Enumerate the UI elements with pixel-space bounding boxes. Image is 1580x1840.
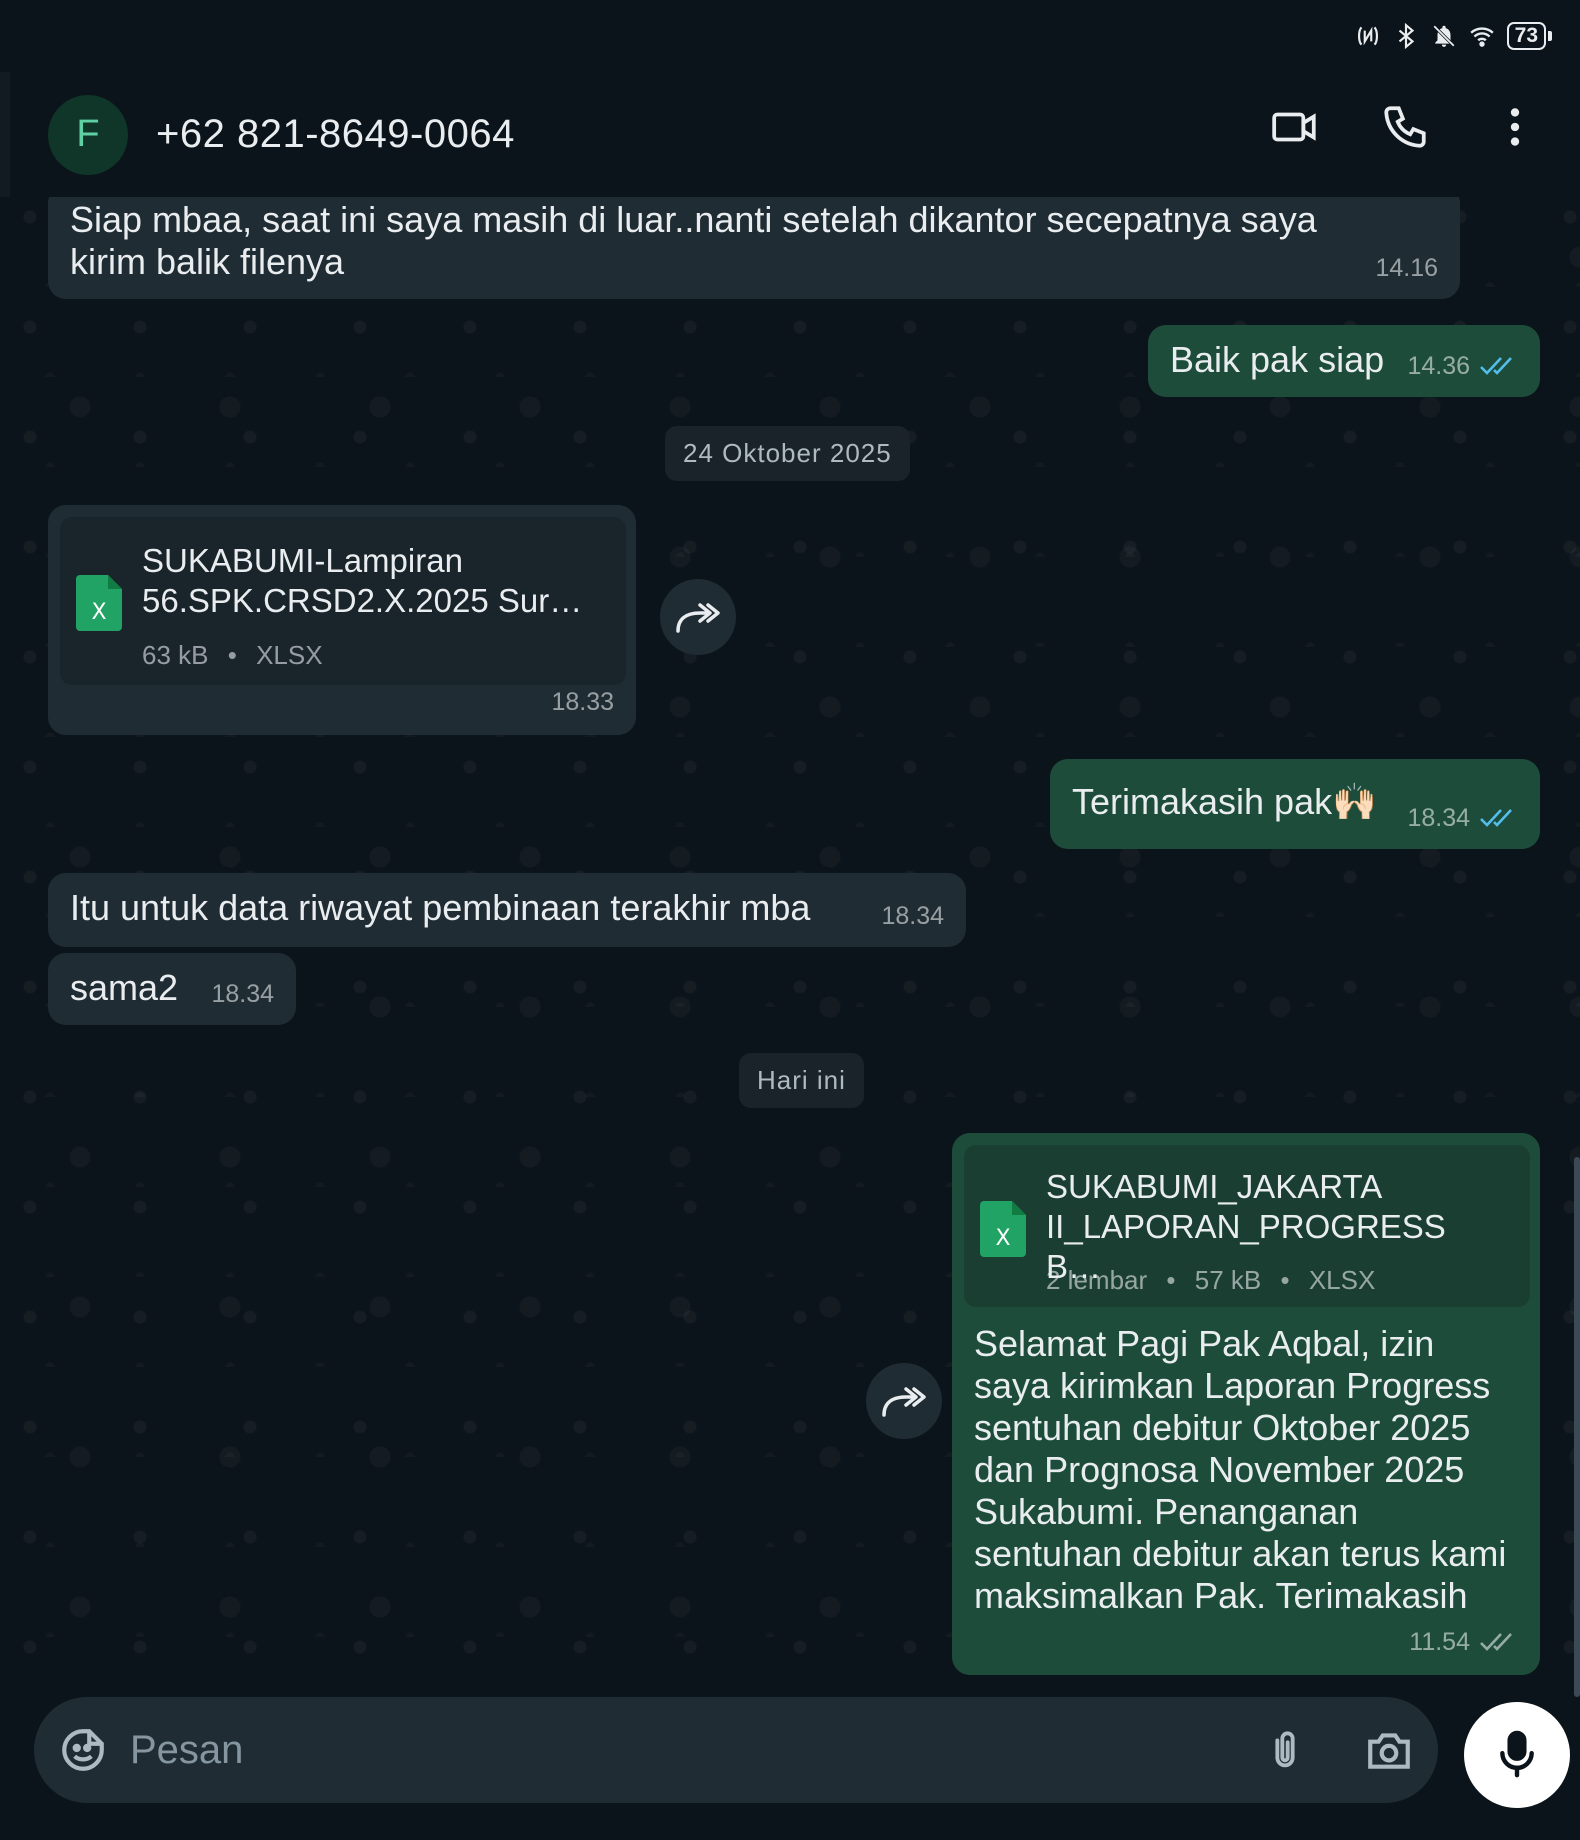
avatar[interactable]: F bbox=[48, 94, 128, 175]
file-name: SUKABUMI-Lampiran 56.SPK.CRSD2.X.2025 Su… bbox=[142, 542, 583, 619]
bell-off-icon bbox=[1432, 25, 1455, 47]
message-incoming[interactable]: Itu untuk data riwayat pembinaan terakhi… bbox=[48, 873, 966, 947]
bluetooth-icon bbox=[1398, 23, 1414, 49]
microphone-icon bbox=[1500, 1730, 1534, 1778]
battery-level: 73 bbox=[1506, 22, 1546, 50]
battery-indicator: 73 bbox=[1506, 22, 1552, 50]
delivered-ticks-icon bbox=[1480, 1633, 1512, 1651]
file-meta: 2 lembar • 57 kB • XLSX bbox=[1046, 1259, 1375, 1301]
message-incoming-file[interactable]: X SUKABUMI-Lampiran 56.SPK.CRSD2.X.2025 … bbox=[48, 505, 636, 735]
meta-separator: • bbox=[1166, 1265, 1176, 1295]
battery-tip bbox=[1548, 31, 1552, 41]
more-icon[interactable] bbox=[1490, 102, 1540, 152]
file-size: 57 kB bbox=[1194, 1265, 1262, 1295]
message-time: 11.54 bbox=[1409, 1628, 1470, 1656]
date-separator: 24 Oktober 2025 bbox=[665, 426, 910, 481]
file-type: XLSX bbox=[1308, 1265, 1376, 1295]
message-time: 14.16 bbox=[1375, 254, 1438, 282]
message-outgoing[interactable]: Terimakasih pak🙌🏻 18.34 bbox=[1050, 759, 1540, 849]
message-incoming[interactable]: sama2 18.34 bbox=[48, 953, 296, 1025]
file-type: XLSX bbox=[256, 640, 323, 670]
attach-icon[interactable] bbox=[1262, 1725, 1308, 1775]
forward-icon bbox=[882, 1387, 926, 1417]
forward-button[interactable] bbox=[660, 579, 736, 655]
message-composer bbox=[34, 1697, 1438, 1803]
message-text: Itu untuk data riwayat pembinaan terakhi… bbox=[70, 887, 811, 928]
nfc-icon bbox=[1357, 26, 1378, 46]
chat-header: F +62 821-8649-0064 bbox=[0, 72, 1580, 197]
message-incoming[interactable]: Siap mbaa, saat ini saya masih di luar..… bbox=[48, 197, 1460, 299]
forward-button[interactable] bbox=[866, 1363, 942, 1439]
file-size: 63 kB bbox=[142, 640, 209, 670]
message-time: 18.33 bbox=[551, 688, 614, 716]
header-actions bbox=[1270, 102, 1540, 152]
message-meta: 18.34 bbox=[1407, 797, 1518, 839]
message-outgoing[interactable]: Baik pak siap 14.36 bbox=[1148, 325, 1540, 397]
file-attachment[interactable]: X SUKABUMI-Lampiran 56.SPK.CRSD2.X.2025 … bbox=[60, 517, 626, 685]
file-meta: 63 kB • XLSX bbox=[142, 634, 323, 676]
message-time: 18.34 bbox=[1407, 804, 1470, 832]
message-time: 18.34 bbox=[211, 980, 274, 1008]
file-attachment[interactable]: X SUKABUMI_JAKARTA II_LAPORAN_PROGRESS B… bbox=[964, 1145, 1530, 1307]
meta-separator: • bbox=[227, 640, 237, 670]
sticker-emoji-icon[interactable] bbox=[58, 1725, 108, 1775]
scrollbar[interactable] bbox=[1574, 1157, 1580, 1697]
message-caption: Selamat Pagi Pak Aqbal, izin saya kirimk… bbox=[974, 1323, 1507, 1616]
message-input[interactable] bbox=[130, 1717, 1190, 1783]
svg-text:X: X bbox=[91, 600, 106, 625]
forward-icon bbox=[676, 603, 720, 633]
svg-text:X: X bbox=[995, 1226, 1010, 1251]
message-outgoing-file[interactable]: X SUKABUMI_JAKARTA II_LAPORAN_PROGRESS B… bbox=[952, 1133, 1540, 1675]
read-ticks-icon bbox=[1480, 357, 1512, 375]
excel-file-icon: X bbox=[76, 575, 122, 631]
mic-button[interactable] bbox=[1464, 1702, 1570, 1808]
file-pages: 2 lembar bbox=[1046, 1265, 1148, 1295]
camera-icon[interactable] bbox=[1364, 1725, 1414, 1775]
date-separator: Hari ini bbox=[739, 1053, 864, 1108]
message-text: Siap mbaa, saat ini saya masih di luar..… bbox=[70, 199, 1317, 282]
status-bar: 73 bbox=[0, 0, 1580, 72]
message-meta: 11.54 bbox=[1409, 1621, 1518, 1663]
wifi-icon bbox=[1470, 27, 1494, 47]
meta-separator: • bbox=[1280, 1265, 1290, 1295]
video-call-icon[interactable] bbox=[1270, 102, 1320, 152]
voice-call-icon[interactable] bbox=[1380, 102, 1430, 152]
excel-file-icon: X bbox=[980, 1201, 1026, 1257]
message-time: 14.36 bbox=[1407, 352, 1470, 380]
message-meta: 14.36 bbox=[1407, 345, 1518, 387]
message-time: 18.34 bbox=[881, 902, 944, 930]
contact-name[interactable]: +62 821-8649-0064 bbox=[156, 112, 515, 157]
read-ticks-icon bbox=[1480, 809, 1512, 827]
chat-area[interactable]: Siap mbaa, saat ini saya masih di luar..… bbox=[10, 197, 1580, 1697]
